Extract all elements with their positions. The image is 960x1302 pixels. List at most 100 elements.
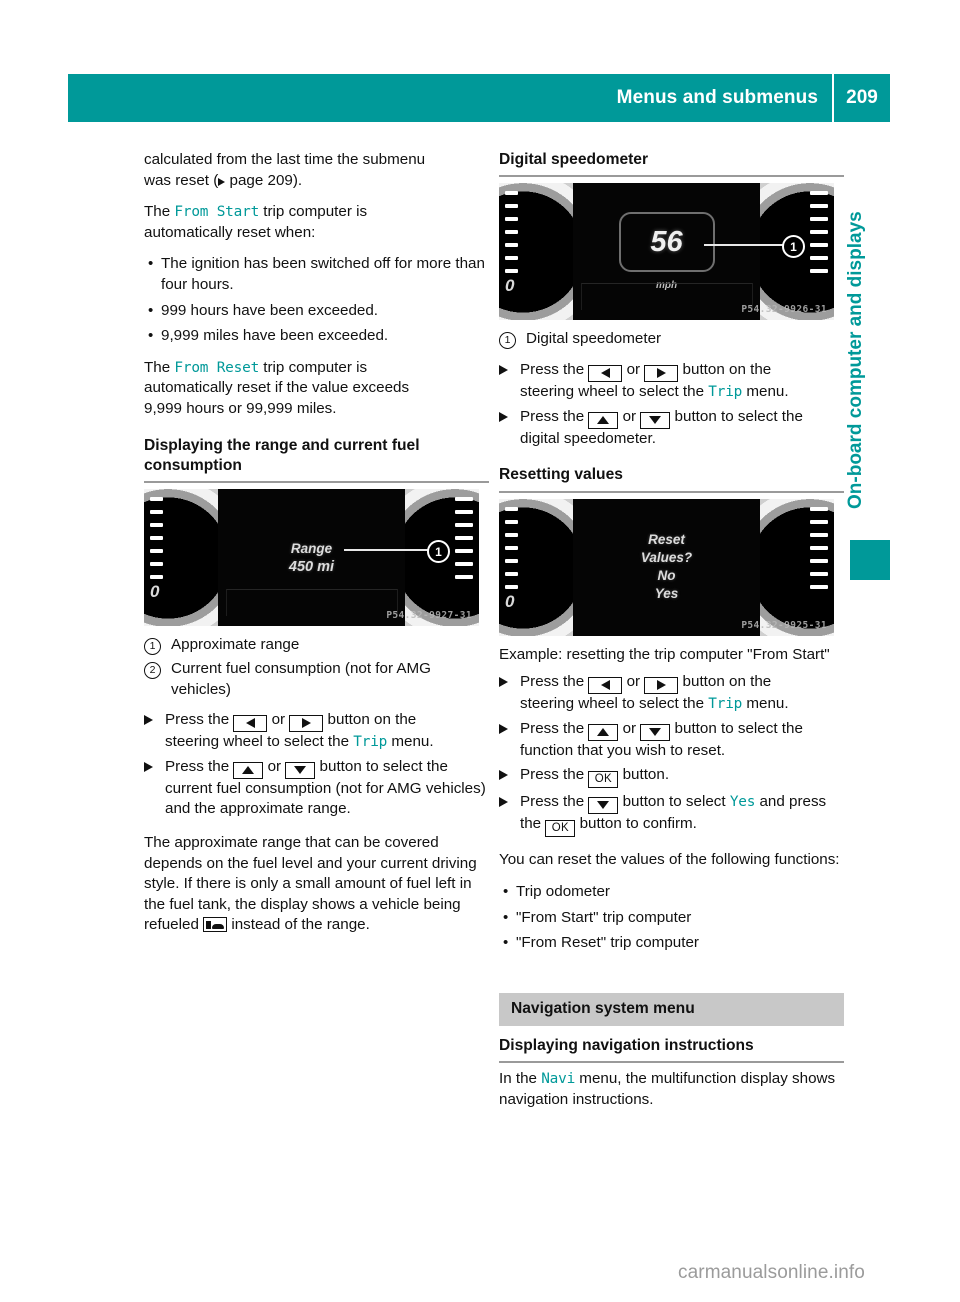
step-select-trip-menu: Press the or button on the steering wheel… [499,672,844,715]
step-text-part: button to select [618,793,730,811]
key-up-icon[interactable] [588,411,619,429]
gauge-ticks-right [802,506,828,629]
chapter-side-tab-label: On-board computer and displays [845,211,866,509]
key-left-icon[interactable] [233,715,268,733]
page-number: 209 [846,87,878,108]
cluster-display-area: 56 mph [573,183,760,321]
key-left-icon[interactable] [588,365,623,382]
step-arrow-icon [144,715,157,725]
key-up-icon[interactable] [588,723,619,741]
trip-menu-term: Trip [708,384,743,400]
from-start-suffix: trip computer is [259,203,368,221]
key-up-icon[interactable] [233,761,264,779]
step-text-part: menu. [742,383,789,400]
from-start-paragraph: The From Start trip computer is automati… [144,202,489,243]
key-ok-icon[interactable]: OK [545,820,576,838]
step-text: Press the OK button. [520,765,844,789]
step-text-part: button on the [323,711,417,729]
gauge-ticks-right [802,191,828,313]
page-header-bar: Menus and submenus 209 [68,74,890,122]
step-text-part: Press the [165,711,234,729]
from-start-conditions-list: The ignition has been switched off for m… [144,254,489,346]
step-arrow-icon [499,365,512,375]
step-select-trip-menu: Press the or button on the steering wheel… [144,710,489,753]
key-down-icon[interactable] [640,411,671,429]
step-text: Press the or button on the steering wheel… [165,710,489,753]
step-text-part: Press the [520,766,589,784]
page-ref-prefix: was reset ( [144,171,219,189]
step-text-part: Press the [520,719,589,737]
page-title: Menus and submenus [616,87,818,108]
from-start-prefix: The [144,203,175,221]
key-down-icon[interactable] [640,723,671,741]
intro-paragraph: calculated from the last time the submen… [144,150,489,191]
photo-id-label: P54.32-9926-31 [741,304,827,316]
legend-marker: 1 [144,638,161,656]
step-text-part: button to confirm. [575,815,697,833]
step-text-part: menu. [742,695,789,713]
refuel-vehicle-icon [203,917,228,933]
heading-displaying-range: Displaying the range and current fuel co… [144,436,489,484]
right-column: Digital speedometer 0 56 mph 1 P54.32-99… [499,150,844,1110]
step-text-part: button on the [678,673,772,691]
legend-label: Current fuel consumption (not for AMG ve… [171,659,431,698]
step-arrow-icon [499,412,512,422]
key-down-icon[interactable] [285,761,316,779]
key-down-icon[interactable] [588,797,619,815]
step-text-part: Press the [520,673,589,691]
site-watermark: carmanualsonline.info [678,1262,865,1283]
legend-item-2: 2 Current fuel consumption (not for AMG … [144,659,489,700]
from-reset-line-3: 9,999 hours or 99,999 miles. [144,399,337,417]
navigation-paragraph: In the Navi menu, the multifunction disp… [499,1069,844,1110]
paragraph-text: In the [499,1070,542,1088]
gauge-ticks-right [447,497,473,619]
step-text-part: button. [618,766,670,784]
step-select-trip-menu: Press the or button on the steering wheel… [499,360,844,403]
list-item: The ignition has been switched off for m… [144,254,489,295]
legend-label: Approximate range [171,636,300,654]
range-explanation-paragraph: The approximate range that can be covere… [144,833,489,936]
key-left-icon[interactable] [588,677,623,695]
step-text-part: or [263,757,286,775]
step-text-part: Press the [520,407,589,425]
navi-menu-term: Navi [541,1071,576,1088]
chapter-side-tab-marker [850,540,890,580]
key-right-icon[interactable] [644,677,679,695]
list-item: 999 hours have been exceeded. [144,301,489,322]
step-select-yes-confirm: Press the button to select Yes and press… [499,792,844,838]
resettable-functions-list: Trip odometer "From Start" trip computer… [499,882,844,954]
yes-option-term: Yes [729,794,756,811]
list-item: "From Start" trip computer [499,908,844,929]
key-right-icon[interactable] [644,365,679,382]
legend-marker: 2 [144,661,161,679]
from-start-line-2: automatically reset when: [144,223,316,241]
step-arrow-icon [144,762,157,772]
page-ref-text: page 209). [225,171,303,189]
step-text: Press the or button on the steering wheel… [520,672,844,715]
step-text-part: or [618,719,641,737]
display-floor-graphic [225,589,398,617]
gauge-zero-label: 0 [505,276,515,296]
step-text-part: or [622,361,645,378]
intro-line-1: calculated from the last time the submen… [144,151,426,168]
heading-displaying-navigation-instructions: Displaying navigation instructions [499,1036,844,1064]
step-text-part: button on the [678,361,772,378]
from-start-term: From Start [174,204,260,221]
from-reset-paragraph: The From Reset trip computer is automati… [144,358,489,420]
list-item: 9,999 miles have been exceeded. [144,326,489,347]
step-text: Press the or button to select the functi… [520,719,844,762]
step-text-part: or [267,711,290,729]
photo-id-label: P54.32-9925-31 [741,619,827,631]
speed-value: 56 [650,225,683,258]
step-text-part: or [622,673,645,691]
legend-item-1: 1 Approximate range [144,635,489,656]
step-text-part: steering wheel to select the [165,733,354,751]
gauge-zero-label: 0 [505,591,515,611]
step-text-part: steering wheel to select the [520,383,709,400]
step-arrow-icon [499,770,512,780]
key-right-icon[interactable] [289,715,324,733]
key-ok-icon[interactable]: OK [588,771,619,789]
step-text-part: Press the [165,757,234,775]
step-text-part: or [618,407,641,425]
reset-example-caption: Example: resetting the trip computer "Fr… [499,645,830,663]
